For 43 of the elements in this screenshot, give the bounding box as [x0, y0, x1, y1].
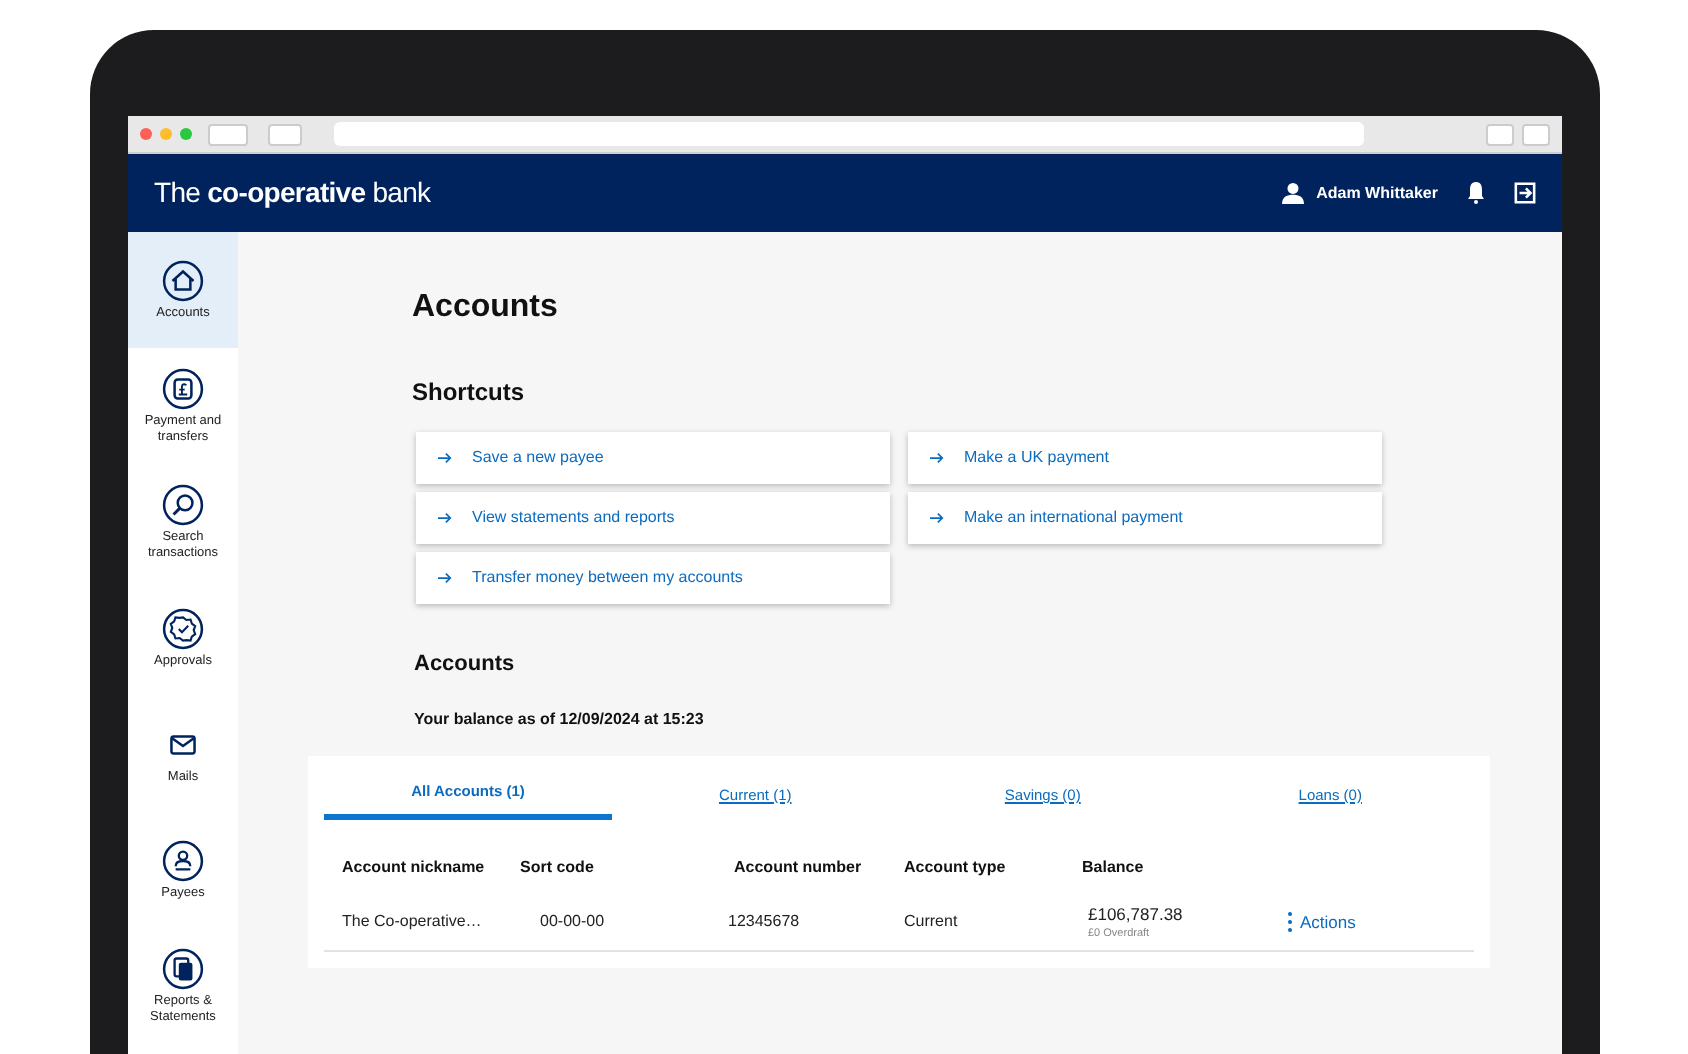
back-forward-buttons[interactable] [208, 123, 248, 145]
table-cell: Current [904, 912, 958, 930]
pound-icon [162, 367, 204, 409]
shortcut-link[interactable]: Save a new payee [416, 432, 890, 484]
share-button[interactable] [1486, 123, 1514, 145]
check-badge-icon [162, 607, 204, 649]
column-header: Account number [734, 857, 862, 875]
column-header: Account type [904, 857, 1006, 875]
person-icon [162, 839, 204, 881]
balance-amount: £106,787.38 [1088, 901, 1185, 927]
documents-icon [162, 947, 204, 989]
shortcut-link[interactable]: Make an international payment [908, 492, 1382, 544]
tabs-button[interactable] [1522, 123, 1550, 145]
section-title: Accounts [414, 650, 517, 680]
arrow-icon [930, 512, 944, 524]
column-header: Balance [1082, 857, 1144, 875]
table-cell: The Co-operative… [342, 912, 482, 930]
arrow-icon [438, 512, 452, 524]
shortcut-link[interactable]: View statements and reports [416, 492, 890, 544]
shortcut-link[interactable]: Make a UK payment [908, 432, 1382, 484]
user-name[interactable]: Adam Whittaker [1316, 181, 1438, 205]
table-cell: 00-00-00 [540, 912, 605, 930]
user-icon [1282, 182, 1305, 204]
close-icon[interactable] [140, 128, 152, 140]
column-header: Sort code [520, 857, 594, 875]
bell-icon[interactable] [1466, 182, 1486, 204]
column-header: Account nickname [342, 857, 485, 875]
brand-logo[interactable]: The co-operative bank [154, 172, 431, 214]
arrow-icon [930, 452, 944, 464]
actions-button[interactable]: Actions [1288, 909, 1356, 935]
page-title: Accounts [412, 288, 560, 328]
search-icon [162, 483, 204, 525]
sidebar-toggle-button[interactable] [268, 123, 302, 145]
home-icon [162, 259, 204, 301]
balance-date-note: Your balance as of 12/09/2024 at 15:23 [414, 707, 706, 731]
maximize-icon[interactable] [180, 128, 192, 140]
arrow-icon [438, 572, 452, 584]
arrow-icon [438, 452, 452, 464]
table-cell: 12345678 [728, 912, 800, 930]
minimize-icon[interactable] [160, 128, 172, 140]
shortcut-link[interactable]: Transfer money between my accounts [416, 552, 890, 604]
section-title: Shortcuts [412, 376, 527, 410]
logout-icon[interactable] [1514, 182, 1536, 204]
